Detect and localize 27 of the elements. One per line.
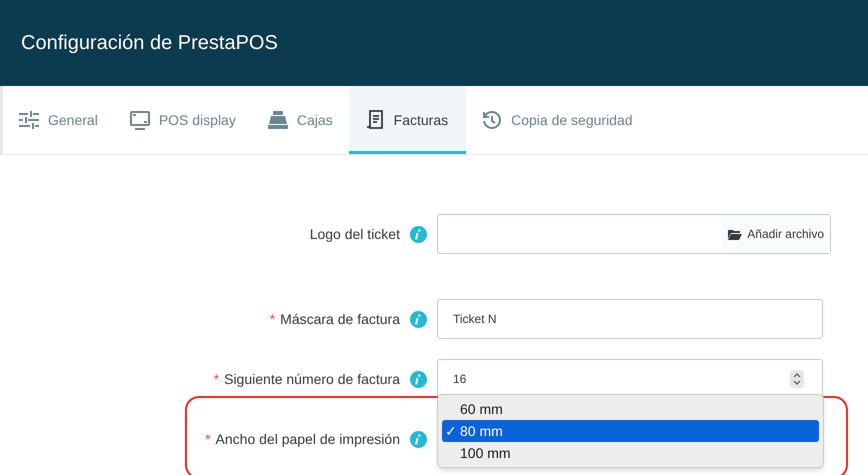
settings-tab[interactable]: Copia de seguridad — [466, 86, 649, 154]
spinner-icon[interactable] — [790, 370, 804, 388]
sliders-icon — [19, 111, 39, 129]
required-asterisk: * — [270, 310, 276, 328]
settings-tab[interactable]: Cajas — [252, 86, 349, 154]
required-asterisk: * — [214, 370, 220, 388]
info-icon[interactable] — [410, 430, 427, 448]
receipt-icon — [366, 110, 385, 130]
settings-tab[interactable]: Facturas — [348, 86, 466, 154]
monitor-icon — [130, 110, 150, 130]
field-label: Máscara de factura — [280, 310, 400, 328]
field-label: Logo del ticket — [310, 224, 400, 244]
required-asterisk: * — [205, 430, 211, 448]
history-icon — [482, 110, 502, 130]
info-icon[interactable] — [410, 226, 427, 242]
dropdown-option[interactable]: 60 mm — [442, 398, 819, 420]
info-icon[interactable] — [410, 370, 427, 388]
field-label: Ancho del papel de impresión — [216, 430, 400, 449]
cash-register-icon — [268, 111, 288, 129]
dropdown-option[interactable]: ✓ 80 mm — [442, 420, 819, 442]
info-icon[interactable] — [410, 310, 427, 328]
field-label: Siguiente número de factura — [224, 370, 400, 389]
dropdown-option[interactable]: 100 mm — [442, 442, 819, 464]
settings-tab[interactable]: POS display — [114, 86, 252, 154]
page-title: Configuración de PrestaPOS — [21, 31, 278, 56]
settings-tab[interactable]: General — [3, 86, 114, 154]
text-field[interactable]: Ticket N — [437, 299, 823, 339]
